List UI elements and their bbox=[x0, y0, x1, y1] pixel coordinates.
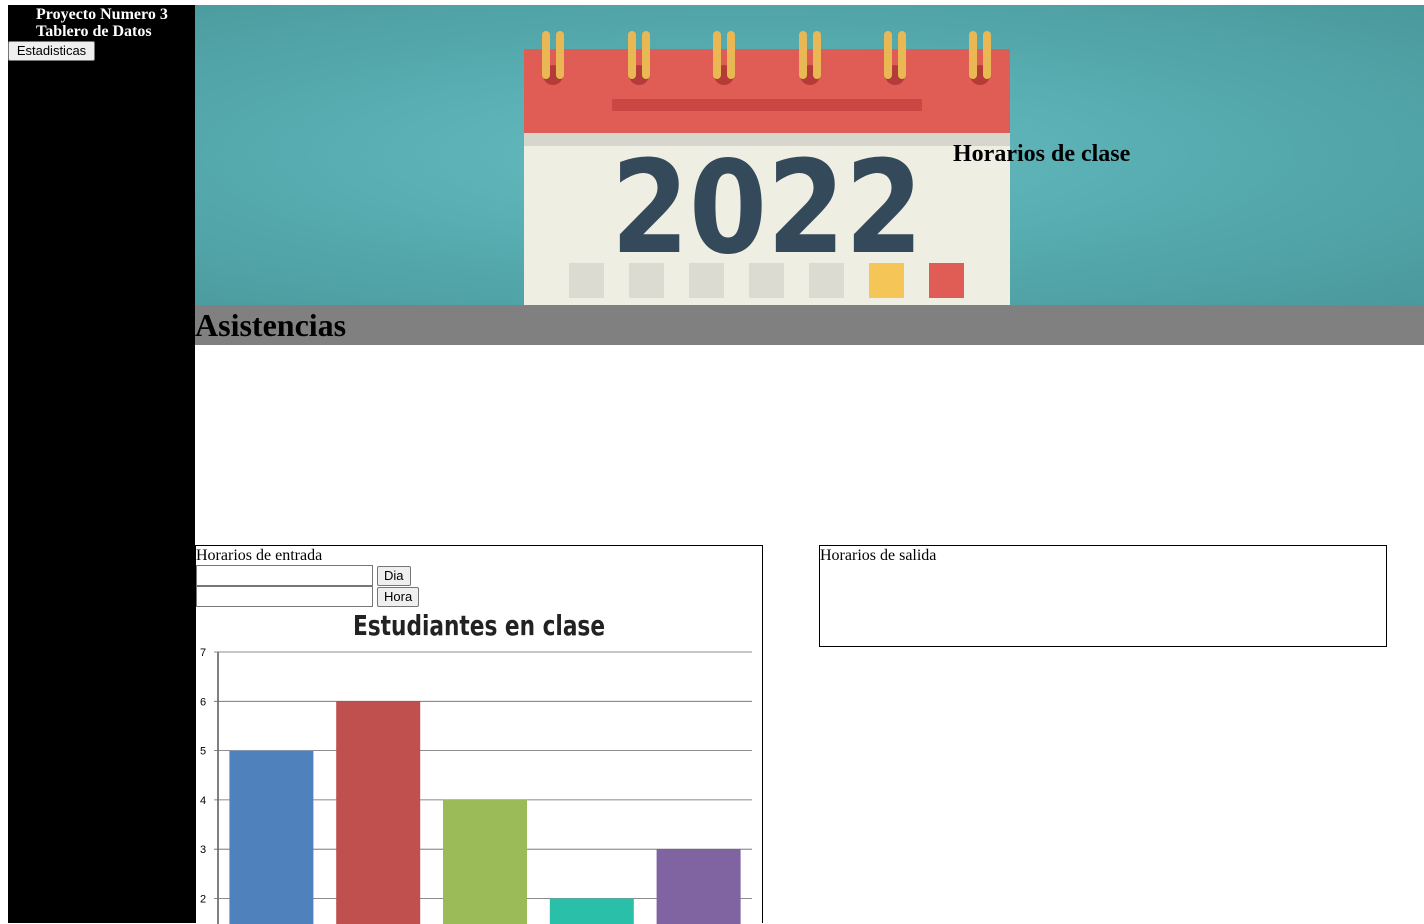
y-tick-label: 4 bbox=[200, 795, 206, 807]
y-tick-label: 6 bbox=[200, 696, 206, 708]
calendar-header bbox=[524, 49, 1010, 133]
section-heading: Asistencias bbox=[195, 305, 1424, 345]
chart-bar bbox=[443, 800, 527, 924]
chart-bar bbox=[229, 751, 313, 924]
y-tick-label: 5 bbox=[200, 746, 206, 758]
entry-panel: Horarios de entrada Dia Hora Estudiantes… bbox=[195, 545, 763, 923]
calendar-header-bar bbox=[612, 99, 922, 111]
day-input[interactable] bbox=[196, 565, 373, 586]
y-tick-label: 2 bbox=[200, 894, 206, 906]
exit-panel: Horarios de salida bbox=[819, 545, 1387, 647]
y-tick-label: 7 bbox=[200, 647, 206, 659]
calendar-illustration: 2022 bbox=[195, 5, 1424, 305]
hour-button[interactable]: Hora bbox=[377, 587, 419, 607]
chart-bar bbox=[336, 701, 420, 924]
banner-title: Horarios de clase bbox=[953, 141, 1130, 168]
chart-bar bbox=[657, 849, 741, 924]
exit-panel-label: Horarios de salida bbox=[820, 546, 936, 565]
section-bar: Asistencias bbox=[195, 305, 1424, 345]
banner: 2022 Horarios de clase bbox=[195, 5, 1424, 305]
entry-panel-label: Horarios de entrada bbox=[196, 546, 322, 565]
brand-title-line2: Tablero de Datos bbox=[36, 23, 168, 40]
y-tick-label: 3 bbox=[200, 844, 206, 856]
calendar-year: 2022 bbox=[611, 134, 923, 283]
chart-bar bbox=[550, 899, 634, 924]
stats-button[interactable]: Estadisticas bbox=[8, 41, 95, 61]
students-chart: Estudiantes en clase 2 3 4 5 6 7 bbox=[196, 606, 762, 924]
chart-title: Estudiantes en clase bbox=[236, 606, 723, 646]
hour-input[interactable] bbox=[196, 586, 373, 607]
sidebar: Proyecto Numero 3 Tablero de Datos Estad… bbox=[8, 5, 195, 923]
brand: Proyecto Numero 3 Tablero de Datos bbox=[36, 6, 168, 40]
day-button[interactable]: Dia bbox=[377, 566, 411, 586]
chart-canvas: 2 3 4 5 6 7 bbox=[196, 646, 762, 924]
brand-title-line1: Proyecto Numero 3 bbox=[36, 6, 168, 23]
